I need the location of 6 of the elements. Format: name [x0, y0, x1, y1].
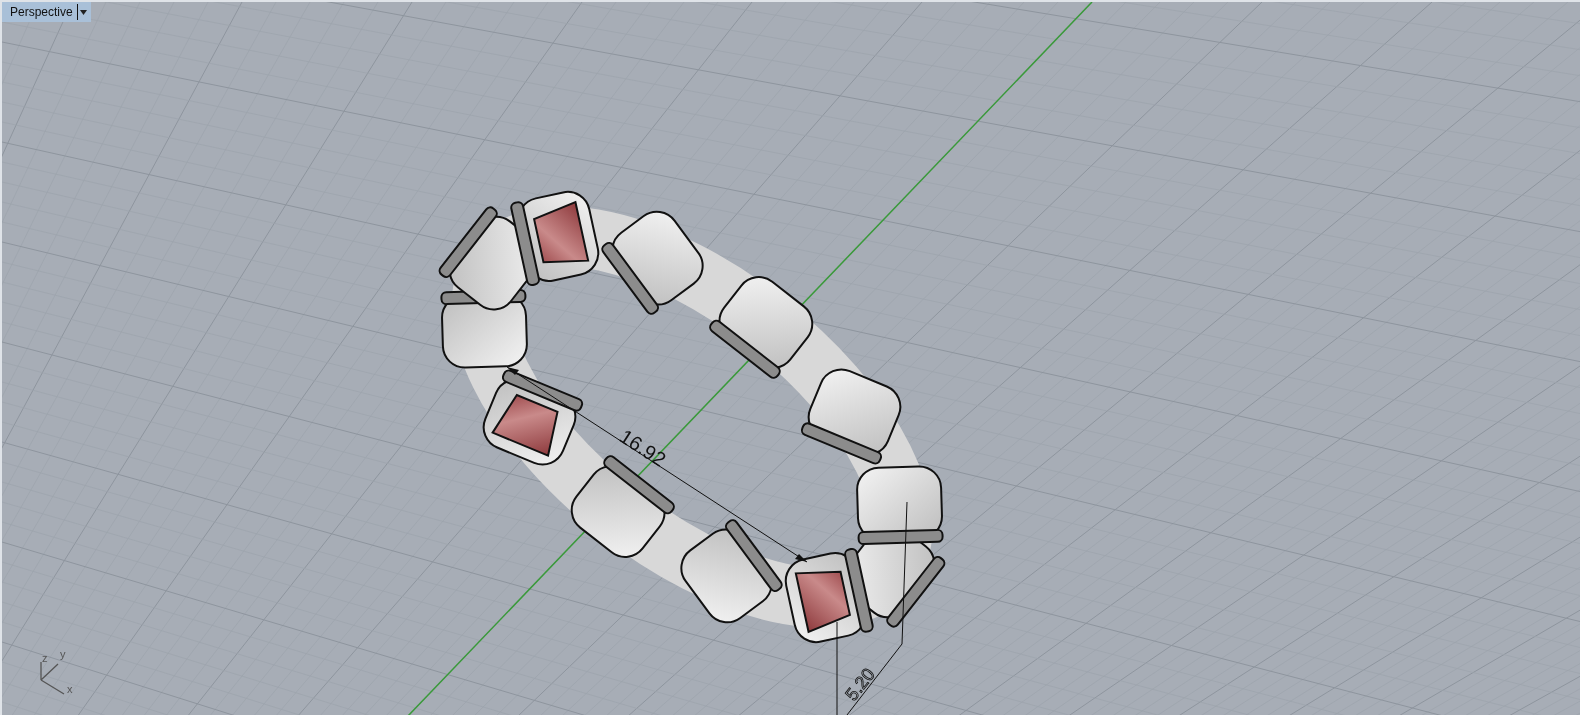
axis-label: y [60, 648, 66, 660]
axis-label: x [67, 683, 73, 695]
axis-label: z [42, 652, 48, 664]
axis-icon [40, 661, 65, 695]
viewport-menu-button[interactable] [76, 4, 87, 20]
caret-icon [79, 9, 87, 15]
